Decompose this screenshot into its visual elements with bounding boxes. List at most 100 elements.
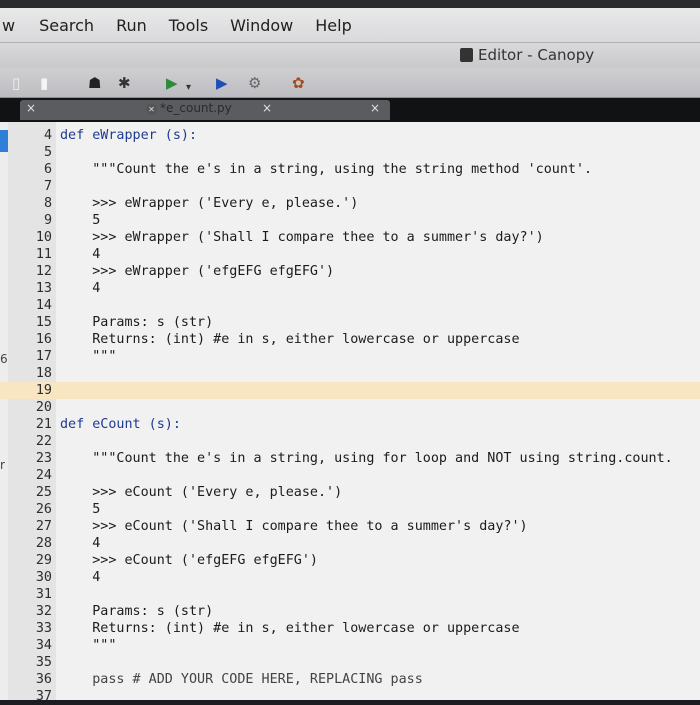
window-titlebar: Editor - Canopy (0, 42, 700, 68)
code-text: """Count the e's in a string, using the … (60, 162, 593, 177)
package-icon[interactable]: ✿ (292, 75, 305, 91)
line-number: 37 (35, 689, 52, 704)
code-text: 4 (60, 281, 101, 296)
tab-middle-close-icon[interactable]: × (262, 101, 272, 115)
code-line-21[interactable]: 21 def eCount (s): (0, 416, 700, 433)
code-line-32[interactable]: 32 Params: s (str) (0, 603, 700, 620)
screen-top-edge (0, 0, 700, 8)
code-line-29[interactable]: 29 >>> eCount ('efgEFG efgEFG') (0, 552, 700, 569)
code-text: >>> eWrapper ('Every e, please.') (60, 196, 359, 211)
code-line-12[interactable]: 12 >>> eWrapper ('efgEFG efgEFG') (0, 263, 700, 280)
code-line-22[interactable]: 22 (0, 433, 700, 450)
gear-icon[interactable]: ⚙ (248, 75, 261, 91)
code-line-23[interactable]: 23 """Count the e's in a string, using f… (0, 450, 700, 467)
code-editor[interactable]: 6 r 4 def eWrapper (s): 5 6 """Count the e'… (0, 122, 700, 704)
code-text: def eWrapper (s): (60, 128, 198, 143)
menu-item-search[interactable]: Search (39, 16, 94, 35)
line-number: 10 (35, 230, 52, 245)
line-number: 18 (35, 366, 52, 381)
code-line-35[interactable]: 35 (0, 654, 700, 671)
code-line-6[interactable]: 6 """Count the e's in a string, using th… (0, 161, 700, 178)
code-line-14[interactable]: 14 (0, 297, 700, 314)
code-line-31[interactable]: 31 (0, 586, 700, 603)
code-line-25[interactable]: 25 >>> eCount ('Every e, please.') (0, 484, 700, 501)
new-file-icon[interactable]: ▯ (12, 75, 20, 91)
code-line-37[interactable]: 37 (0, 688, 700, 705)
code-line-16[interactable]: 16 Returns: (int) #e in s, either lowerc… (0, 331, 700, 348)
code-line-7[interactable]: 7 (0, 178, 700, 195)
line-number: 7 (43, 179, 52, 194)
line-number: 20 (35, 400, 52, 415)
code-line-20[interactable]: 20 (0, 399, 700, 416)
line-number: 19 (35, 383, 52, 398)
code-line-4[interactable]: 4 def eWrapper (s): (0, 127, 700, 144)
document-icon (460, 48, 473, 62)
line-number: 12 (35, 264, 52, 279)
code-text: 4 (60, 570, 101, 585)
line-number: 29 (35, 553, 52, 568)
code-line-36[interactable]: 36 pass # ADD YOUR CODE HERE, REPLACING … (0, 671, 700, 688)
code-text: """ (60, 349, 117, 364)
code-line-27[interactable]: 27 >>> eCount ('Shall I compare thee to … (0, 518, 700, 535)
menu-item-window[interactable]: Window (230, 16, 293, 35)
code-text: 4 (60, 247, 101, 262)
line-number: 28 (35, 536, 52, 551)
toolbar: ▯ ▮ ☗ ✱ ▶ ▾ ▶ ⚙ ✿ (0, 68, 700, 98)
code-line-11[interactable]: 11 4 (0, 246, 700, 263)
code-text: Returns: (int) #e in s, either lowercase… (60, 332, 520, 347)
line-number: 16 (35, 332, 52, 347)
line-number: 6 (43, 162, 52, 177)
line-number: 30 (35, 570, 52, 585)
tab-right-close-icon[interactable]: × (370, 101, 380, 115)
code-line-28[interactable]: 28 4 (0, 535, 700, 552)
code-line-5[interactable]: 5 (0, 144, 700, 161)
run-icon[interactable]: ▶ (166, 75, 178, 91)
open-file-icon[interactable]: ▮ (40, 75, 48, 91)
code-line-33[interactable]: 33 Returns: (int) #e in s, either lowerc… (0, 620, 700, 637)
line-number: 11 (35, 247, 52, 262)
code-line-18[interactable]: 18 (0, 365, 700, 382)
menu-item-tools[interactable]: Tools (169, 16, 208, 35)
code-line-15[interactable]: 15 Params: s (str) (0, 314, 700, 331)
line-number: 9 (43, 213, 52, 228)
tab-left-close-icon[interactable]: × (26, 101, 36, 115)
code-line-19[interactable]: 19 (0, 382, 700, 399)
menu-item-window-partial[interactable]: w (2, 16, 15, 35)
line-number: 21 (35, 417, 52, 432)
code-line-34[interactable]: 34 """ (0, 637, 700, 654)
code-text: >>> eCount ('efgEFG efgEFG') (60, 553, 318, 568)
code-text: Params: s (str) (60, 604, 214, 619)
code-text: 5 (60, 502, 101, 517)
line-number: 4 (43, 128, 52, 143)
line-number: 25 (35, 485, 52, 500)
code-text: Returns: (int) #e in s, either lowercase… (60, 621, 520, 636)
menu-item-help[interactable]: Help (315, 16, 351, 35)
code-line-9[interactable]: 9 5 (0, 212, 700, 229)
tab-active-close-icon[interactable]: ✕ (146, 104, 157, 115)
code-line-13[interactable]: 13 4 (0, 280, 700, 297)
code-line-10[interactable]: 10 >>> eWrapper ('Shall I compare thee t… (0, 229, 700, 246)
run-dropdown-icon[interactable]: ▾ (186, 80, 191, 96)
play-icon[interactable]: ▶ (216, 75, 228, 91)
code-line-8[interactable]: 8 >>> eWrapper ('Every e, please.') (0, 195, 700, 212)
tab-e-count-py[interactable]: ✕ *e_count.py (146, 101, 232, 115)
code-line-30[interactable]: 30 4 (0, 569, 700, 586)
debug-icon[interactable]: ✱ (118, 75, 131, 91)
code-text: 5 (60, 213, 101, 228)
window-title: Editor - Canopy (460, 46, 594, 64)
code-text: >>> eWrapper ('Shall I compare thee to a… (60, 230, 544, 245)
line-number: 31 (35, 587, 52, 602)
code-text: """Count the e's in a string, using for … (60, 451, 673, 466)
code-line-24[interactable]: 24 (0, 467, 700, 484)
code-text: def eCount (s): (60, 417, 181, 432)
binoculars-icon[interactable]: ☗ (88, 75, 101, 91)
line-number: 23 (35, 451, 52, 466)
code-line-26[interactable]: 26 5 (0, 501, 700, 518)
line-number: 36 (35, 672, 52, 687)
code-line-17[interactable]: 17 """ (0, 348, 700, 365)
code-text: pass # ADD YOUR CODE HERE, REPLACING pas… (60, 672, 423, 687)
line-number: 33 (35, 621, 52, 636)
line-number: 13 (35, 281, 52, 296)
tab-bar: × ✕ *e_count.py × × (0, 98, 700, 122)
menu-item-run[interactable]: Run (116, 16, 147, 35)
